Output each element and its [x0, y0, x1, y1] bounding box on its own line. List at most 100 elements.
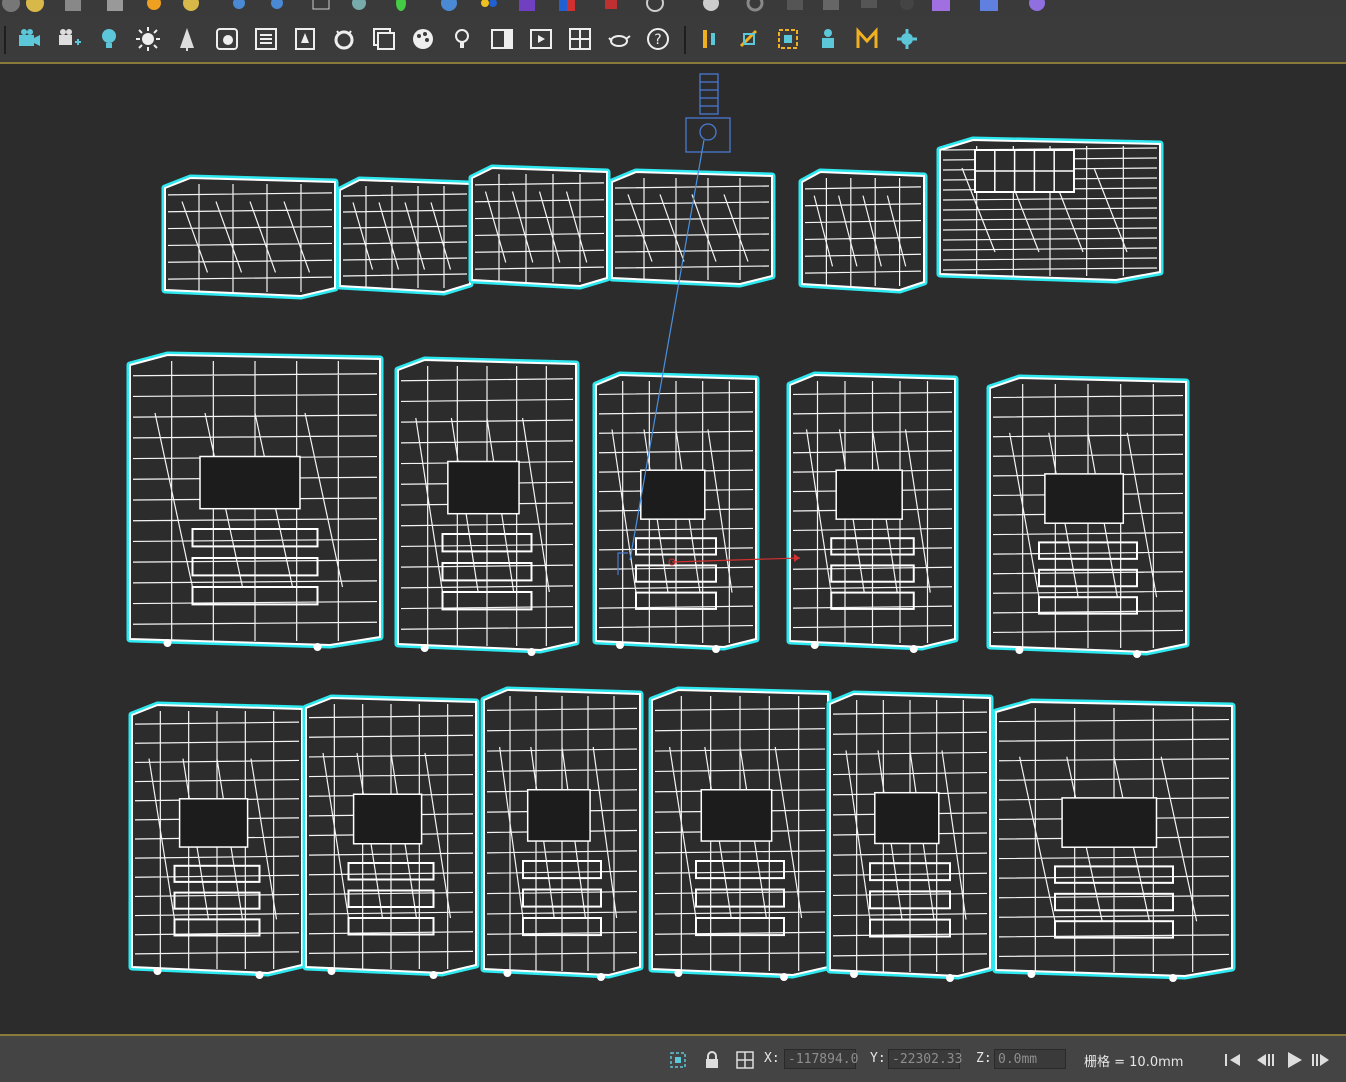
panel-icon [491, 29, 513, 49]
y-label: Y: [870, 1051, 886, 1066]
sun-button[interactable] [133, 24, 163, 54]
unlink-icon[interactable] [266, 0, 288, 14]
render-frame-button[interactable] [290, 24, 320, 54]
copier-model[interactable] [798, 168, 928, 294]
dark-icon[interactable] [896, 0, 918, 14]
character-button[interactable] [813, 24, 843, 54]
maxscript-icon [856, 27, 878, 48]
camera-small-icon[interactable] [820, 0, 842, 14]
dots-icon[interactable] [478, 0, 500, 14]
copier-model[interactable] [161, 174, 339, 300]
help-circle-icon[interactable] [644, 0, 666, 14]
render-frame-icon[interactable] [62, 0, 84, 14]
safe-frame-icon [569, 28, 591, 50]
material-editor-button[interactable] [369, 24, 399, 54]
window-blue-icon[interactable] [978, 0, 1000, 14]
window-purple-icon[interactable] [930, 0, 952, 14]
rotate-icon[interactable] [700, 0, 722, 14]
x-coordinate-field[interactable]: -117894.0 [784, 1049, 858, 1069]
light-bulb-button[interactable] [94, 24, 124, 54]
light-lister-button[interactable] [447, 24, 477, 54]
safe-frame-button[interactable] [565, 24, 595, 54]
media-player-button[interactable] [526, 24, 556, 54]
link-chain-icon[interactable] [744, 0, 766, 14]
copier-model[interactable] [394, 356, 580, 656]
render-setup-button[interactable] [212, 24, 242, 54]
copier-model[interactable] [608, 168, 776, 288]
purple-box-icon[interactable] [516, 0, 538, 14]
select-region-button[interactable] [773, 24, 803, 54]
render-list-button[interactable] [251, 24, 281, 54]
status-bar: X: -117894.0 Y: -22302.33 Z: 0.0mm 栅格 = … [0, 1034, 1346, 1082]
render-production-icon[interactable] [104, 0, 126, 14]
color-blocks-icon[interactable] [556, 0, 578, 14]
teapot-button[interactable] [604, 24, 634, 54]
svg-text:?: ? [654, 32, 661, 48]
play-icon[interactable] [1284, 1050, 1306, 1070]
camera-object[interactable] [685, 73, 731, 153]
hammer-icon[interactable] [858, 0, 880, 14]
go-to-start-icon[interactable] [1222, 1050, 1244, 1070]
y-coordinate-field[interactable]: -22302.33 [888, 1049, 962, 1069]
copier-model[interactable] [826, 690, 994, 982]
copier-model[interactable] [128, 701, 306, 979]
previous-frame-icon[interactable] [1254, 1050, 1276, 1070]
render-frame-icon [295, 28, 315, 50]
copier-model[interactable] [992, 698, 1236, 982]
align-button[interactable] [696, 24, 726, 54]
perspective-viewport[interactable] [0, 64, 1346, 1034]
camera-icon [19, 29, 40, 46]
absolute-mode-icon[interactable] [735, 1050, 755, 1070]
edit-path-button[interactable] [734, 24, 764, 54]
maxscript-button[interactable] [852, 24, 882, 54]
viewport-canvas[interactable] [0, 64, 1346, 1034]
panel-button[interactable] [487, 24, 517, 54]
x-label: X: [764, 1051, 780, 1066]
render-teapot-icon[interactable] [24, 0, 46, 14]
z-coordinate-field[interactable]: 0.0mm [994, 1049, 1066, 1069]
sun-position-icon[interactable] [143, 0, 165, 14]
align-icon [703, 30, 715, 48]
sphere-icon[interactable] [438, 0, 460, 14]
camera-button[interactable] [14, 24, 44, 54]
add-camera-button[interactable] [54, 24, 84, 54]
environment-button[interactable] [329, 24, 359, 54]
render-icon[interactable] [0, 0, 22, 14]
select-region-icon [778, 29, 798, 49]
copier-model[interactable] [786, 371, 959, 653]
tree-button[interactable] [172, 24, 202, 54]
link-icon[interactable] [228, 0, 250, 14]
settings-gear-icon [897, 29, 917, 49]
next-frame-icon[interactable] [1310, 1050, 1332, 1070]
settings-button[interactable] [892, 24, 922, 54]
z-label: Z: [976, 1051, 992, 1066]
red-icon[interactable] [600, 0, 622, 14]
copier-model[interactable] [126, 351, 384, 651]
selection-lock-icon[interactable] [668, 1050, 688, 1070]
copier-model[interactable] [480, 686, 644, 981]
teapot-icon [608, 35, 631, 47]
character-icon [822, 29, 834, 48]
copier-model[interactable] [592, 371, 760, 653]
mail-icon[interactable] [310, 0, 332, 14]
media-player-icon [530, 29, 552, 49]
toolbar-separator [684, 26, 686, 54]
gear-icon[interactable] [348, 0, 370, 14]
copier-model[interactable] [936, 136, 1164, 284]
light-bulb-icon [102, 29, 116, 48]
blob-purple-icon[interactable] [1026, 0, 1048, 14]
copier-model[interactable] [302, 694, 480, 979]
sky-icon[interactable] [180, 0, 202, 14]
palette-icon [413, 29, 433, 49]
copier-model[interactable] [468, 164, 611, 290]
help-button[interactable]: ? [643, 24, 673, 54]
copier-model[interactable] [336, 176, 474, 296]
film-icon[interactable] [784, 0, 806, 14]
copier-model[interactable] [986, 374, 1190, 658]
sun-icon [136, 27, 160, 51]
palette-button[interactable] [408, 24, 438, 54]
render-setup-icon [216, 28, 238, 50]
lock-icon[interactable] [702, 1050, 722, 1070]
copier-model[interactable] [648, 686, 832, 981]
plant-icon[interactable] [390, 0, 412, 14]
